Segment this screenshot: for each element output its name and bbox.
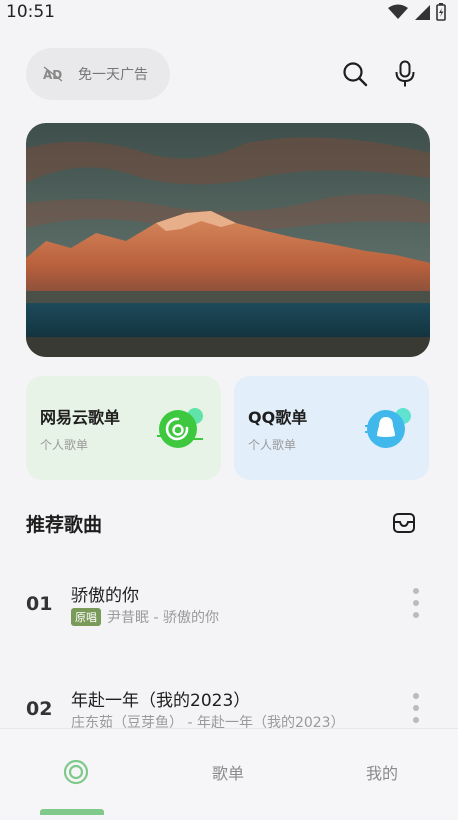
- tab-label: 歌单: [211, 764, 244, 783]
- wifi-icon: [388, 4, 408, 19]
- inbox-icon[interactable]: [392, 512, 416, 534]
- top-bar: AD 免一天广告: [26, 47, 418, 101]
- song-title: 骄傲的你: [71, 586, 139, 606]
- song-index: 01: [26, 593, 53, 615]
- active-tab-indicator: [40, 809, 104, 815]
- song-meta: 原唱 尹昔眠 - 骄傲的你: [71, 607, 219, 627]
- ad-free-label: 免一天广告: [78, 67, 148, 83]
- more-options-icon[interactable]: [412, 587, 420, 619]
- song-index: 02: [26, 698, 53, 720]
- qq-penguin-icon: [365, 408, 411, 448]
- netease-music-icon: [157, 408, 203, 448]
- original-badge: 原唱: [71, 608, 101, 626]
- song-title: 年赴一年（我的2023）: [71, 691, 251, 711]
- tab-home[interactable]: [0, 729, 152, 815]
- song-artist: 尹昔眠 - 骄傲的你: [107, 610, 219, 626]
- qq-playlist-card[interactable]: QQ歌单 个人歌单: [234, 376, 429, 480]
- top-actions: [342, 60, 418, 88]
- more-options-icon[interactable]: [412, 692, 420, 724]
- status-icons: [388, 3, 446, 21]
- banner-image[interactable]: [26, 123, 430, 357]
- mountain-lake-banner: [26, 123, 430, 357]
- ad-free-button[interactable]: AD 免一天广告: [26, 48, 170, 100]
- recommended-header: 推荐歌曲: [26, 506, 416, 540]
- status-time: 10:51: [6, 2, 55, 22]
- netease-playlist-card[interactable]: 网易云歌单 个人歌单: [26, 376, 221, 480]
- ad-off-icon: AD: [43, 66, 63, 82]
- tab-mine[interactable]: 我的: [306, 729, 458, 815]
- signal-icon: [415, 5, 430, 20]
- tab-label: 我的: [365, 764, 398, 783]
- home-ring-icon: [63, 759, 89, 785]
- section-title: 推荐歌曲: [26, 513, 103, 536]
- tab-playlists[interactable]: 歌单: [152, 729, 304, 815]
- battery-icon: [436, 3, 446, 21]
- svg-text:AD: AD: [43, 68, 62, 82]
- search-icon[interactable]: [342, 61, 368, 87]
- song-row[interactable]: 01 骄傲的你 原唱 尹昔眠 - 骄傲的你: [26, 577, 426, 633]
- status-bar: 10:51: [0, 0, 458, 24]
- microphone-icon[interactable]: [394, 60, 416, 88]
- bottom-tab-bar: 歌单 我的: [0, 728, 458, 820]
